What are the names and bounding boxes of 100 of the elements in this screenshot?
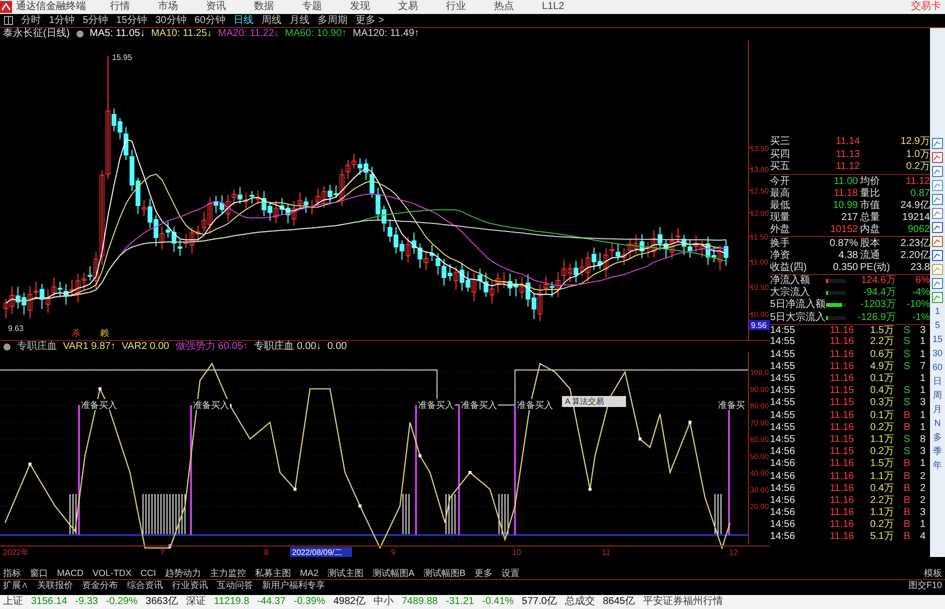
trade-count: 3 — [920, 508, 927, 518]
indicator-tab[interactable]: 趋势动力 — [165, 568, 202, 578]
trade-price: 11.16 — [828, 374, 854, 384]
indicator-name: 专职庄血 — [17, 342, 57, 352]
stat-value: 4.38 — [838, 250, 858, 261]
buy-signal-label: 准备买入 — [461, 400, 497, 410]
trade-side: S — [902, 398, 912, 408]
ma-value: MA60: 10.90↑ — [285, 29, 347, 39]
date-label: 12 — [729, 548, 738, 557]
indicator-tab[interactable]: 设置 — [502, 568, 520, 578]
period-tab[interactable]: 周线 — [262, 16, 282, 26]
menu-item[interactable]: 发现 — [346, 2, 374, 12]
indicator-tab[interactable]: 测试幅图A — [372, 568, 415, 578]
trade-volume: 4.9万 — [869, 362, 894, 372]
stat-value: 11.12 — [904, 176, 930, 187]
trade-price: 11.15 — [828, 447, 854, 458]
trade-side: S — [902, 350, 912, 360]
period-shortcut[interactable]: 季 — [933, 446, 942, 457]
info-tab[interactable]: 综合资讯 — [127, 581, 163, 590]
indicator-tab[interactable]: VOL-TDX — [92, 568, 132, 578]
period-shortcut[interactable]: 30 — [932, 348, 942, 359]
status-text: -31.21 — [446, 597, 474, 607]
period-tab[interactable]: 1分钟 — [49, 16, 75, 26]
menu-item[interactable]: 文易 — [394, 2, 422, 12]
period-tab[interactable]: 更多 > — [356, 16, 384, 26]
indicator-tab[interactable]: 窗口 — [30, 568, 48, 578]
trade-count: 1 — [920, 422, 927, 433]
menu-item[interactable]: 专题 — [298, 2, 326, 12]
menu-item[interactable]: 市场 — [154, 2, 182, 12]
indicator-tab[interactable]: CCI — [140, 568, 156, 578]
trade-count: 1 — [920, 520, 927, 530]
indicator-tab[interactable]: 私募主图 — [255, 568, 292, 578]
period-shortcut[interactable]: 年 — [933, 460, 942, 471]
trade-price: 11.16 — [828, 410, 854, 421]
period-tab[interactable]: 60分钟 — [194, 16, 226, 26]
trade-count: 3 — [920, 326, 927, 336]
period-tab[interactable]: 多周期 — [318, 16, 348, 26]
stat-label: 市值 — [859, 200, 881, 211]
info-tab[interactable]: 资金分布 — [82, 581, 118, 590]
menu-item[interactable]: 资讯 — [202, 2, 230, 12]
stat-label: 股本 — [859, 238, 881, 249]
current-price-tag: 9.56 — [749, 320, 770, 330]
menu-item[interactable]: L1L2 — [538, 2, 568, 12]
trade-price: 11.16 — [828, 472, 854, 482]
indicator-tab[interactable]: 测试主图 — [328, 568, 364, 578]
period-tab[interactable]: 30分钟 — [155, 16, 186, 26]
date-label: 9 — [391, 548, 396, 557]
status-text: 3156.14 — [31, 597, 68, 607]
indicator-tab[interactable]: 更多 — [474, 568, 493, 578]
indicator-tab[interactable]: 主力监控 — [210, 568, 246, 578]
indicator-tab[interactable]: 测试幅图B — [424, 568, 466, 578]
f10-tab[interactable]: 图交F10 — [908, 581, 942, 590]
stat-value: 2.23亿 — [900, 238, 930, 249]
info-tab[interactable]: 行业资讯 — [172, 581, 208, 590]
indicator-tab[interactable]: 指标 — [3, 568, 21, 578]
stat-label: 均价 — [859, 176, 881, 187]
trade-count: 2 — [920, 472, 927, 482]
period-tab[interactable]: 分时 — [21, 16, 41, 26]
period-shortcut[interactable]: 多 — [933, 432, 942, 443]
info-tab[interactable]: 扩展∧ — [3, 581, 28, 590]
period-shortcut[interactable]: 15 — [932, 334, 942, 345]
indicator-tab[interactable]: MACD — [57, 568, 84, 578]
signal-mark: 赖 — [100, 328, 109, 338]
trade-price: 11.16 — [828, 532, 854, 542]
trade-volume: 1.5万 — [869, 459, 894, 470]
trade-button[interactable]: 交易卡 — [911, 2, 941, 12]
menu-item[interactable]: 行业 — [442, 2, 470, 12]
stat-value: 0.87% — [828, 238, 858, 249]
period-tab[interactable]: 日线 — [234, 16, 254, 26]
indicator-tab[interactable]: MA2 — [300, 568, 319, 578]
trade-price: 11.15 — [828, 434, 854, 445]
period-tab[interactable]: 15分钟 — [116, 16, 148, 26]
flow-label: 5日净流入额 — [770, 300, 826, 310]
period-shortcut[interactable]: 5 — [934, 320, 940, 331]
ma-value: MA10: 11.25↓ — [151, 29, 212, 39]
menu-item[interactable]: 行情 — [106, 2, 134, 12]
period-shortcut[interactable]: 60 — [932, 362, 942, 373]
trade-side: S — [902, 447, 912, 458]
period-shortcut[interactable]: 1 — [934, 306, 940, 317]
status-text: 平安证券福州行情 — [643, 597, 724, 607]
period-tab[interactable]: 5分钟 — [82, 16, 108, 26]
period-shortcut[interactable]: 周 — [933, 390, 942, 401]
template-tab[interactable]: 模板 — [924, 568, 942, 578]
ma-value: MA5: 11.05↓ — [90, 29, 146, 39]
trade-count: 1 — [920, 459, 927, 470]
trade-price: 11.16 — [828, 350, 854, 360]
info-tab[interactable]: 新用户福利专享 — [262, 581, 325, 590]
buy-signal-label: 准备买入 — [418, 400, 454, 410]
period-shortcut[interactable]: 日 — [933, 376, 942, 387]
period-shortcut[interactable]: 月 — [933, 404, 942, 415]
period-tab[interactable]: 月线 — [290, 16, 310, 26]
info-tab[interactable]: 互动问答 — [217, 581, 253, 590]
period-shortcut[interactable]: N — [934, 418, 941, 429]
menu-item[interactable]: 数据 — [250, 2, 278, 12]
trade-price: 11.16 — [828, 337, 854, 348]
menu-item[interactable]: 热点 — [490, 2, 518, 12]
status-text: 中小 — [374, 597, 394, 607]
ma-value: MA20: 11.22↓ — [218, 29, 280, 39]
stat-label: 流通 — [859, 250, 881, 261]
info-tab[interactable]: 关联报价 — [37, 581, 73, 590]
